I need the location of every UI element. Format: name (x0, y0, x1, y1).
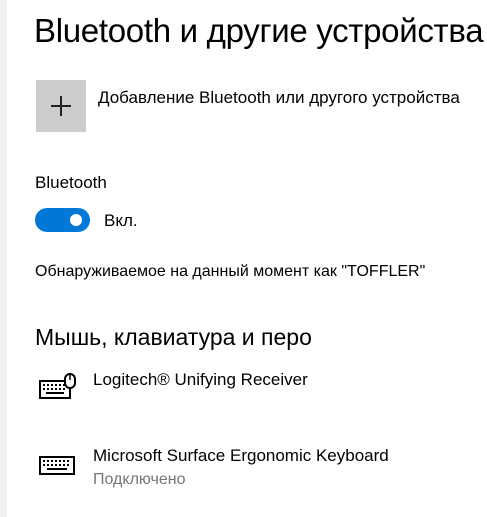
settings-page: Bluetooth и другие устройства Добавление… (0, 0, 487, 517)
bluetooth-label: Bluetooth (35, 173, 107, 192)
navigation-pane-edge (0, 0, 7, 517)
bluetooth-toggle-state: Вкл. (104, 211, 138, 230)
add-device-tile[interactable] (36, 80, 86, 132)
keyboard-mouse-icon (39, 373, 76, 399)
bluetooth-toggle[interactable] (35, 208, 90, 232)
page-title: Bluetooth и другие устройства (34, 12, 484, 49)
device-status: Подключено (93, 471, 186, 488)
discoverable-status-text: Обнаруживаемое на данный момент как "TOF… (35, 263, 426, 280)
add-device-label: Добавление Bluetooth или другого устройс… (98, 88, 460, 107)
add-bluetooth-device-button[interactable]: Добавление Bluetooth или другого устройс… (36, 80, 487, 132)
device-item-logitech-unifying-receiver[interactable]: Logitech® Unifying Receiver (35, 366, 485, 416)
device-item-microsoft-surface-ergonomic-keyboard[interactable]: Microsoft Surface Ergonomic Keyboard Под… (35, 442, 485, 492)
device-name: Logitech® Unifying Receiver (93, 370, 308, 389)
device-name: Microsoft Surface Ergonomic Keyboard (93, 446, 389, 465)
mouse-keyboard-pen-heading: Мышь, клавиатура и перо (35, 324, 312, 350)
keyboard-icon (39, 456, 75, 475)
toggle-knob (70, 214, 82, 226)
